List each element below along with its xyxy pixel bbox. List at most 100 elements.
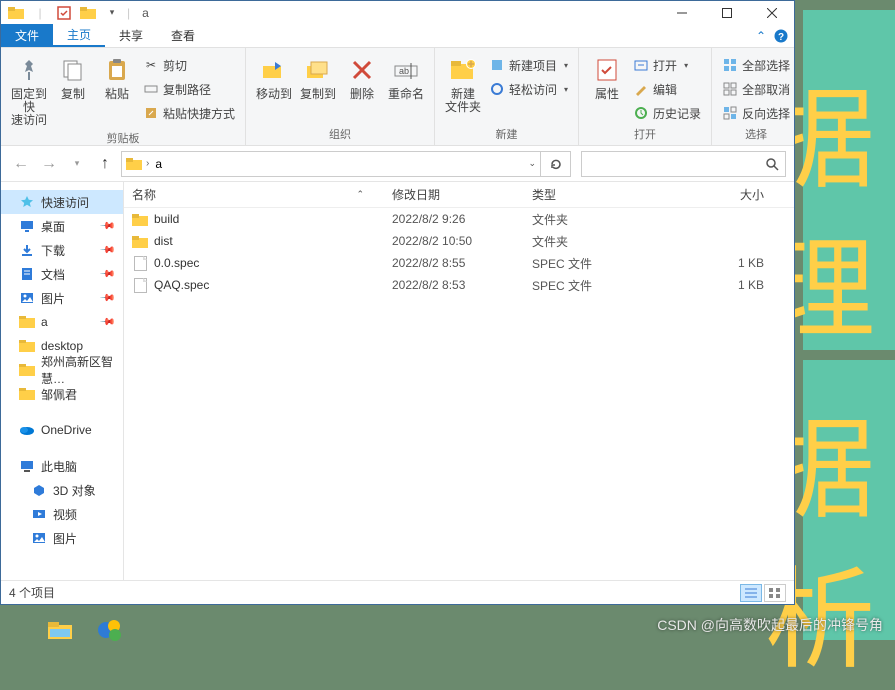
copy-path-button[interactable]: 复制路径 (139, 78, 239, 100)
sidebar-item[interactable]: 快速访问 (1, 190, 123, 214)
copy-icon (57, 54, 89, 86)
easy-access-button[interactable]: 轻松访问▾ (485, 78, 572, 100)
help-icon[interactable]: ? (774, 29, 788, 43)
invert-selection-button[interactable]: 反向选择 (718, 102, 794, 124)
ribbon-collapse-icon[interactable]: ⌃ (756, 29, 766, 43)
label: 粘贴 (105, 88, 129, 101)
sidebar-item[interactable]: 桌面📌 (1, 214, 123, 238)
pin-to-quick-access-button[interactable]: 固定到快 速访问 (7, 50, 51, 128)
file-type: SPEC 文件 (524, 255, 674, 272)
file-type: SPEC 文件 (524, 277, 674, 294)
tab-share[interactable]: 共享 (105, 24, 157, 47)
sidebar-thispc[interactable]: 此电脑 (1, 454, 123, 478)
ribbon-group-open: 属性 打开▾ 编辑 历史记录 打开 (579, 48, 712, 145)
properties-button[interactable]: 属性 (585, 50, 629, 101)
sidebar-item[interactable]: 3D 对象 (1, 478, 123, 502)
paste-icon (101, 54, 133, 86)
sidebar-item[interactable]: a📌 (1, 310, 123, 334)
address-bar[interactable]: › a ⌄ (121, 151, 541, 177)
label: 新建 文件夹 (445, 88, 481, 114)
sidebar-item-label: OneDrive (41, 423, 92, 437)
table-row[interactable]: 0.0.spec2022/8/2 8:55SPEC 文件1 KB (124, 252, 794, 274)
sidebar-item-label: 视频 (53, 506, 77, 523)
history-icon (633, 105, 649, 121)
paste-button[interactable]: 粘贴 (95, 50, 139, 101)
cut-button[interactable]: ✂剪切 (139, 54, 239, 76)
tab-view[interactable]: 查看 (157, 24, 209, 47)
label: 粘贴快捷方式 (163, 105, 235, 122)
history-button[interactable]: 历史记录 (629, 102, 705, 124)
minimize-button[interactable] (659, 1, 704, 24)
qat-properties-icon[interactable] (53, 3, 75, 23)
column-name[interactable]: 名称⌃ (124, 186, 384, 203)
search-icon (765, 157, 779, 171)
sidebar-item[interactable]: 下载📌 (1, 238, 123, 262)
sidebar-item[interactable]: 邹佩君 (1, 382, 123, 406)
select-none-button[interactable]: 全部取消 (718, 78, 794, 100)
pin-icon: 📌 (98, 266, 115, 283)
sidebar-onedrive[interactable]: OneDrive (1, 418, 123, 442)
maximize-button[interactable] (704, 1, 749, 24)
forward-button[interactable]: → (37, 152, 61, 176)
column-size[interactable]: 大小 (674, 186, 794, 203)
svg-text:?: ? (778, 32, 784, 43)
tab-home[interactable]: 主页 (53, 24, 105, 47)
select-all-button[interactable]: 全部选择 (718, 54, 794, 76)
sidebar-item-label: 文档 (41, 266, 65, 283)
sidebar-item[interactable]: 视频 (1, 502, 123, 526)
label: 全部取消 (742, 81, 790, 98)
sidebar-item[interactable]: 文档 📌 (1, 262, 123, 286)
table-row[interactable]: QAQ.spec2022/8/2 8:53SPEC 文件1 KB (124, 274, 794, 296)
pin-icon: 📌 (98, 218, 115, 235)
titlebar: | ▾ | a (1, 1, 794, 24)
column-date[interactable]: 修改日期 (384, 186, 524, 203)
watermark: CSDN @向高数吹起最后的冲锋号角 (657, 615, 883, 635)
paste-shortcut-button[interactable]: 粘贴快捷方式 (139, 102, 239, 124)
taskbar-explorer-icon[interactable] (40, 614, 80, 646)
close-button[interactable] (749, 1, 794, 24)
recent-dropdown[interactable]: ▾ (65, 152, 89, 176)
taskbar-app-icon[interactable] (90, 614, 130, 646)
file-list: build2022/8/2 9:26文件夹dist2022/8/2 10:50文… (124, 208, 794, 580)
file-type: 文件夹 (524, 233, 674, 250)
qat-newfolder-icon[interactable] (77, 3, 99, 23)
column-type[interactable]: 类型 (524, 186, 674, 203)
tab-file[interactable]: 文件 (1, 24, 53, 47)
sidebar-item-label: 此电脑 (41, 458, 77, 475)
breadcrumb-segment[interactable]: a (153, 157, 164, 171)
video-icon (31, 506, 47, 522)
copy-button[interactable]: 复制 (51, 50, 95, 101)
shortcut-icon (143, 105, 159, 121)
label: 打开 (653, 57, 677, 74)
chevron-right-icon[interactable]: › (146, 158, 149, 169)
table-row[interactable]: dist2022/8/2 10:50文件夹 (124, 230, 794, 252)
view-details-button[interactable] (740, 584, 762, 602)
rename-button[interactable]: ab 重命名 (384, 50, 428, 101)
sidebar-item-label: 3D 对象 (53, 482, 96, 499)
address-dropdown-icon[interactable]: ⌄ (528, 158, 536, 169)
up-button[interactable]: ↑ (93, 152, 117, 176)
search-input[interactable] (581, 151, 786, 177)
sidebar-item[interactable]: 郑州高新区智慧… (1, 358, 123, 382)
table-row[interactable]: build2022/8/2 9:26文件夹 (124, 208, 794, 230)
label: 重命名 (388, 88, 424, 101)
delete-button[interactable]: 删除 (340, 50, 384, 101)
move-to-button[interactable]: 移动到 (252, 50, 296, 101)
open-button[interactable]: 打开▾ (629, 54, 705, 76)
sidebar-item[interactable]: 图片 (1, 526, 123, 550)
svg-text:ab: ab (399, 66, 409, 76)
new-item-button[interactable]: 新建项目▾ (485, 54, 572, 76)
back-button[interactable]: ← (9, 152, 33, 176)
copy-to-button[interactable]: 复制到 (296, 50, 340, 101)
new-folder-button[interactable]: 新建 文件夹 (441, 50, 485, 114)
file-date: 2022/8/2 8:53 (384, 278, 524, 292)
folder-icon (132, 233, 148, 249)
sidebar-item-label: a (41, 315, 48, 329)
view-icons-button[interactable] (764, 584, 786, 602)
qat-sep: | (29, 3, 51, 23)
edit-button[interactable]: 编辑 (629, 78, 705, 100)
sidebar-item[interactable]: 图片📌 (1, 286, 123, 310)
item-count: 4 个项目 (9, 584, 55, 601)
qat-dropdown-icon[interactable]: ▾ (101, 3, 123, 23)
refresh-button[interactable] (541, 151, 571, 177)
